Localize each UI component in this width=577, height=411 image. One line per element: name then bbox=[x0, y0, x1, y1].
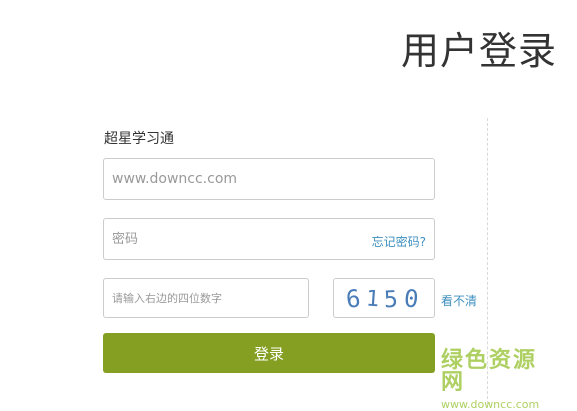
watermark-url: www.downcc.com bbox=[441, 398, 540, 411]
watermark-text: 绿色资源网 bbox=[441, 348, 538, 395]
login-button[interactable]: 登录 bbox=[103, 333, 435, 373]
captcha-field[interactable] bbox=[103, 278, 309, 318]
captcha-image[interactable]: 6 1 5 0 bbox=[333, 278, 435, 318]
svg-text:5: 5 bbox=[383, 287, 398, 314]
captcha-input[interactable] bbox=[104, 279, 308, 317]
captcha-digits: 6 1 5 0 bbox=[345, 284, 420, 314]
password-input[interactable] bbox=[104, 219, 344, 259]
forgot-password-link[interactable]: 忘记密码? bbox=[372, 233, 426, 250]
page-title: 用户登录 bbox=[400, 29, 557, 73]
password-field[interactable]: 忘记密码? bbox=[103, 218, 435, 260]
svg-text:6: 6 bbox=[345, 284, 362, 313]
username-field[interactable] bbox=[103, 158, 435, 200]
watermark-logo: 绿色资源网 www.downcc.com bbox=[441, 348, 557, 411]
app-name-label: 超星学习通 bbox=[104, 131, 174, 147]
refresh-captcha-link[interactable]: 看不清 bbox=[441, 292, 477, 309]
svg-text:0: 0 bbox=[403, 284, 420, 313]
username-input[interactable] bbox=[104, 159, 434, 199]
svg-text:1: 1 bbox=[365, 286, 380, 312]
